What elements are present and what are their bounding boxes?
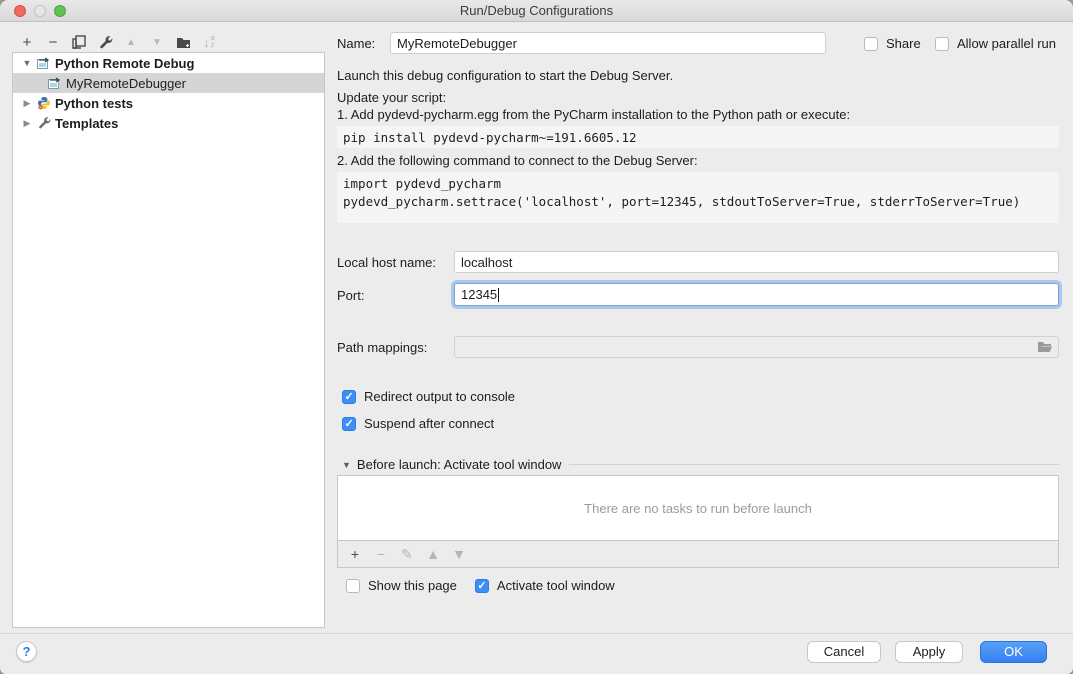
allow-parallel-run-checkbox[interactable]	[935, 37, 949, 51]
edit-task-icon[interactable]: ✎	[394, 544, 420, 564]
tree-item-myremotedebugger[interactable]: MyRemoteDebugger	[13, 73, 324, 93]
show-this-page-row: Show this page Activate tool window	[346, 578, 615, 593]
wrench-icon	[36, 116, 51, 130]
local-host-label: Local host name:	[337, 255, 436, 270]
help-button[interactable]: ?	[16, 641, 37, 662]
expand-arrow-icon[interactable]: ▶	[21, 118, 33, 129]
pip-install-code[interactable]: pip install pydevd-pycharm~=191.6605.12	[337, 126, 1059, 148]
before-launch-toolbar: + − ✎ ▲ ▼	[337, 541, 1059, 568]
intro-text: Launch this debug configuration to start…	[337, 68, 673, 83]
show-this-page-checkbox[interactable]	[346, 579, 360, 593]
configurations-toolbar: + − ▲ ▼ ↓ az	[14, 31, 222, 53]
redirect-output-label: Redirect output to console	[364, 389, 515, 404]
activate-tool-window-label: Activate tool window	[497, 578, 615, 593]
allow-parallel-run-label: Allow parallel run	[957, 36, 1056, 51]
python-tests-icon	[36, 96, 51, 110]
redirect-output-row: Redirect output to console	[342, 389, 515, 404]
suspend-after-connect-label: Suspend after connect	[364, 416, 494, 431]
bottom-separator	[0, 633, 1073, 634]
path-mappings-label: Path mappings:	[337, 340, 427, 355]
ok-button[interactable]: OK	[980, 641, 1047, 663]
add-task-button[interactable]: +	[342, 544, 368, 564]
move-task-up-button[interactable]: ▲	[420, 544, 446, 564]
code-line: pip install pydevd-pycharm~=191.6605.12	[343, 129, 1053, 147]
run-debug-configurations-dialog: Run/Debug Configurations + − ▲ ▼ ↓ az ▼	[0, 0, 1073, 674]
edit-defaults-wrench-icon[interactable]	[92, 31, 118, 53]
before-launch-task-list[interactable]: There are no tasks to run before launch	[337, 475, 1059, 541]
configurations-tree: ▼ Python Remote Debug MyRemoteDebugger ▶	[12, 52, 325, 628]
remote-debug-icon	[36, 56, 51, 70]
configuration-editor: Name: Share Allow parallel run Launch th…	[337, 0, 1059, 640]
port-value: 12345	[461, 287, 497, 302]
redirect-output-checkbox[interactable]	[342, 390, 356, 404]
add-configuration-button[interactable]: +	[14, 31, 40, 53]
suspend-after-connect-checkbox[interactable]	[342, 417, 356, 431]
text-caret	[498, 288, 499, 302]
tree-item-label: Python tests	[55, 96, 133, 111]
browse-folder-icon[interactable]	[1037, 341, 1052, 353]
collapse-arrow-icon[interactable]: ▼	[21, 58, 33, 68]
move-up-button[interactable]: ▲	[118, 31, 144, 53]
sort-alphabetically-icon[interactable]: ↓ az	[196, 31, 222, 53]
apply-button[interactable]: Apply	[895, 641, 963, 663]
remote-debug-icon	[47, 76, 62, 90]
tree-item-python-remote-debug[interactable]: ▼ Python Remote Debug	[13, 53, 324, 73]
remove-configuration-button[interactable]: −	[40, 31, 66, 53]
update-script-text: Update your script:	[337, 90, 446, 105]
code-line: import pydevd_pycharm	[343, 175, 1053, 193]
port-input[interactable]: 12345	[454, 283, 1059, 306]
create-folder-icon[interactable]	[170, 31, 196, 53]
path-mappings-input[interactable]	[454, 336, 1059, 358]
share-label: Share	[886, 36, 921, 51]
share-checkbox[interactable]	[864, 37, 878, 51]
move-down-button[interactable]: ▼	[144, 31, 170, 53]
suspend-after-connect-row: Suspend after connect	[342, 416, 494, 431]
code-line: pydevd_pycharm.settrace('localhost', por…	[343, 193, 1053, 211]
port-label: Port:	[337, 288, 364, 303]
tree-item-label: Python Remote Debug	[55, 56, 194, 71]
cancel-button[interactable]: Cancel	[807, 641, 881, 663]
help-question-mark: ?	[23, 644, 31, 659]
tree-item-label: MyRemoteDebugger	[66, 76, 186, 91]
name-input[interactable]	[390, 32, 826, 54]
tree-item-templates[interactable]: ▶ Templates	[13, 113, 324, 133]
section-divider	[569, 464, 1059, 465]
name-label: Name:	[337, 36, 375, 51]
settrace-code[interactable]: import pydevd_pycharm pydevd_pycharm.set…	[337, 172, 1059, 223]
before-launch-title: Before launch: Activate tool window	[357, 457, 562, 472]
tree-item-label: Templates	[55, 116, 118, 131]
move-task-down-button[interactable]: ▼	[446, 544, 472, 564]
share-checkbox-row: Share	[864, 36, 921, 51]
show-this-page-label: Show this page	[368, 578, 457, 593]
tree-item-python-tests[interactable]: ▶ Python tests	[13, 93, 324, 113]
allow-parallel-checkbox-row: Allow parallel run	[935, 36, 1056, 51]
activate-tool-window-checkbox[interactable]	[475, 579, 489, 593]
collapse-arrow-icon[interactable]: ▼	[342, 460, 351, 470]
copy-configuration-icon[interactable]	[66, 31, 92, 53]
expand-arrow-icon[interactable]: ▶	[21, 98, 33, 109]
before-launch-header[interactable]: ▼ Before launch: Activate tool window	[342, 457, 1059, 472]
empty-task-list-text: There are no tasks to run before launch	[584, 501, 812, 516]
step1-text: 1. Add pydevd-pycharm.egg from the PyCha…	[337, 107, 850, 122]
local-host-input[interactable]	[454, 251, 1059, 273]
step2-text: 2. Add the following command to connect …	[337, 153, 698, 168]
remove-task-button[interactable]: −	[368, 544, 394, 564]
